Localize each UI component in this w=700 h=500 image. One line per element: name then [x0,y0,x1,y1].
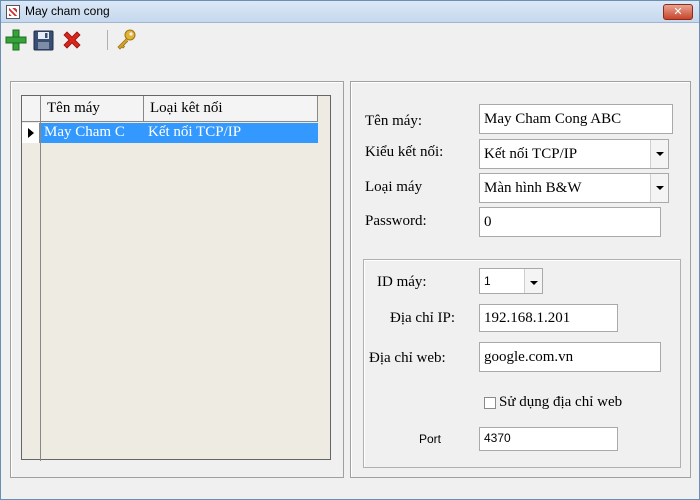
id-label: ID máy: [377,274,427,290]
web-label: Địa chỉ web: [369,350,446,366]
machine-type-select[interactable]: Màn hình B&W [479,173,669,203]
ip-field[interactable]: 192.168.1.201 [479,304,618,332]
conn-type-value: Kết nối TCP/IP [484,146,578,162]
toolbar-separator [107,30,108,50]
id-select[interactable]: 1 [479,268,543,294]
machine-type-value: Màn hình B&W [484,180,582,196]
chevron-down-icon[interactable] [524,269,542,293]
use-web-checkbox[interactable] [484,397,496,409]
toolbar [2,24,698,78]
conn-type-select[interactable]: Kết nối TCP/IP [479,139,669,169]
conn-type-label: Kiểu kết nối: [365,144,444,160]
save-icon[interactable] [32,28,56,52]
use-web-label[interactable]: Sử dụng địa chỉ web [499,394,622,411]
machine-type-label: Loại máy [365,179,423,195]
cell-connection-type[interactable]: Kết nối TCP/IP [144,123,318,143]
grid-corner [22,96,41,122]
password-field[interactable]: 0 [479,207,661,237]
password-label: Password: [365,213,427,229]
delete-icon[interactable] [60,28,84,52]
app-icon [6,5,20,19]
add-icon[interactable] [4,28,28,52]
id-value: 1 [484,274,491,288]
cell-machine-name[interactable]: May Cham C [44,123,144,143]
current-row-indicator-icon [22,123,40,143]
row-header-column [22,122,41,461]
port-field[interactable]: 4370 [479,427,618,451]
key-icon[interactable] [114,28,138,52]
machine-grid[interactable]: Tên máy Loại kêt nối May Cham C Kết nối … [21,95,331,461]
web-field[interactable]: google.com.vn [479,342,661,372]
window-title: May cham cong [25,4,110,18]
chevron-down-icon[interactable] [650,140,668,168]
column-header-name[interactable]: Tên máy [41,96,144,122]
close-button[interactable]: ✕ [663,4,693,20]
column-header-connection[interactable]: Loại kêt nối [144,96,318,122]
name-field[interactable]: May Cham Cong ABC [479,104,673,134]
ip-label: Địa chỉ IP: [390,310,455,326]
title-bar[interactable]: May cham cong ✕ [1,1,699,23]
main-window: May cham cong ✕ Tên máy Loại kêt nối May… [0,0,700,500]
port-label: Port [419,432,442,446]
name-label: Tên máy: [365,113,423,129]
table-row[interactable]: May Cham C Kết nối TCP/IP [22,123,318,143]
grid-header: Tên máy Loại kêt nối [22,96,318,122]
chevron-down-icon[interactable] [650,174,668,202]
